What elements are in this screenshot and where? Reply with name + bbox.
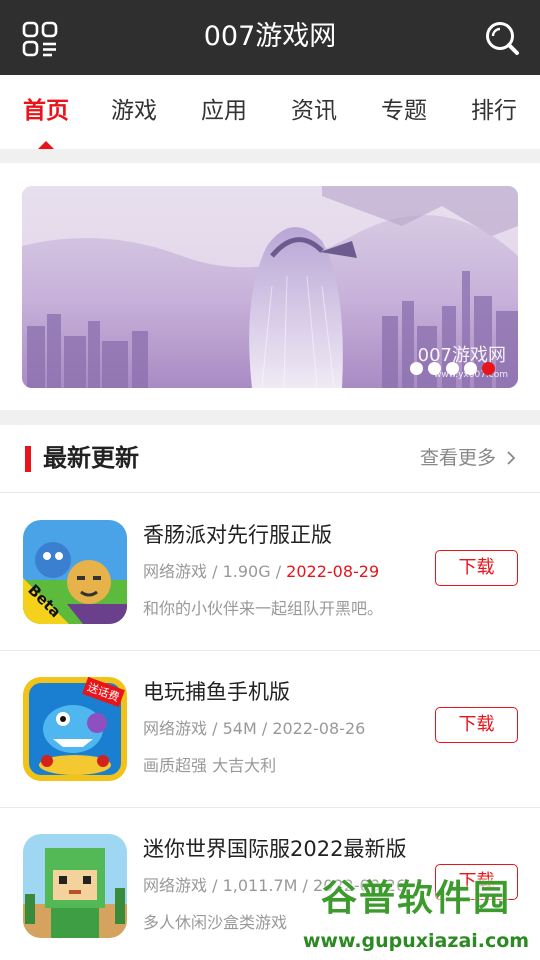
tab-topics[interactable]: 专题 — [381, 95, 427, 127]
search-icon[interactable] — [484, 20, 520, 56]
app-category: 网络游戏 — [143, 719, 208, 738]
app-date: 2022-08-29 — [286, 562, 380, 581]
tab-home[interactable]: 首页 — [23, 95, 69, 127]
chevron-right-icon[interactable] — [504, 451, 518, 465]
app-title: 007游戏网 — [203, 21, 337, 52]
carousel-dot-active[interactable] — [482, 362, 495, 375]
tab-news[interactable]: 资讯 — [291, 95, 337, 127]
nav-tabs: 首页 游戏 应用 资讯 专题 排行 — [0, 75, 540, 149]
carousel-dot[interactable] — [410, 362, 423, 375]
section-accent-bar — [25, 446, 31, 472]
app-icon-mini-world[interactable] — [23, 834, 127, 938]
carousel-dot[interactable] — [464, 362, 477, 375]
app-name[interactable]: 香肠派对先行服正版 — [143, 520, 332, 550]
carousel-dot[interactable] — [446, 362, 459, 375]
app-name[interactable]: 迷你世界国际服2022最新版 — [143, 834, 406, 864]
app-icon-fishing[interactable]: 送话费 — [23, 677, 127, 781]
app-date: 2022-08-26 — [272, 719, 366, 738]
site-watermark: 谷普软件园 www.gupuxiazai.com — [296, 876, 536, 958]
tab-games[interactable]: 游戏 — [111, 95, 157, 127]
app-description: 画质超强 大吉大利 — [143, 756, 277, 775]
latest-updates-header: 最新更新 查看更多 — [0, 425, 540, 493]
download-button[interactable]: 下载 — [435, 550, 518, 586]
list-item[interactable]: Beta 香肠派对先行服正版 网络游戏 / 1.90G / 2022-08-29… — [0, 494, 540, 651]
active-tab-indicator — [38, 141, 54, 149]
app-category: 网络游戏 — [143, 876, 208, 895]
app-icon-sausage-party[interactable]: Beta — [23, 520, 127, 624]
tab-apps[interactable]: 应用 — [201, 95, 247, 127]
app-name[interactable]: 电玩捕鱼手机版 — [143, 677, 290, 707]
top-bar: 007游戏网 — [0, 0, 540, 75]
app-category: 网络游戏 — [143, 562, 208, 581]
view-more-link[interactable]: 查看更多 — [420, 443, 496, 473]
app-description: 和你的小伙伴来一起组队开黑吧。 — [143, 599, 384, 618]
divider — [0, 149, 540, 163]
tab-ranking[interactable]: 排行 — [471, 95, 517, 127]
carousel-dot[interactable] — [428, 362, 441, 375]
app-meta: 网络游戏 / 1.90G / 2022-08-29 — [143, 562, 380, 581]
section-title: 最新更新 — [43, 444, 139, 472]
list-item[interactable]: 送话费 电玩捕鱼手机版 网络游戏 / 54M / 2022-08-26 画质超强… — [0, 651, 540, 808]
download-button[interactable]: 下载 — [435, 707, 518, 743]
app-size: 1,011.7M — [222, 876, 298, 895]
carousel-dots — [410, 362, 495, 375]
watermark-text: 谷普软件园 — [320, 878, 511, 919]
banner-carousel[interactable]: 007游戏网 www.yx007.com — [22, 186, 518, 388]
divider — [0, 410, 540, 425]
app-size: 1.90G — [222, 562, 271, 581]
app-meta: 网络游戏 / 54M / 2022-08-26 — [143, 719, 366, 738]
watermark-url: www.gupuxiazai.com — [302, 930, 530, 952]
app-size: 54M — [222, 719, 257, 738]
app-description: 多人休闲沙盒类游戏 — [143, 913, 288, 932]
